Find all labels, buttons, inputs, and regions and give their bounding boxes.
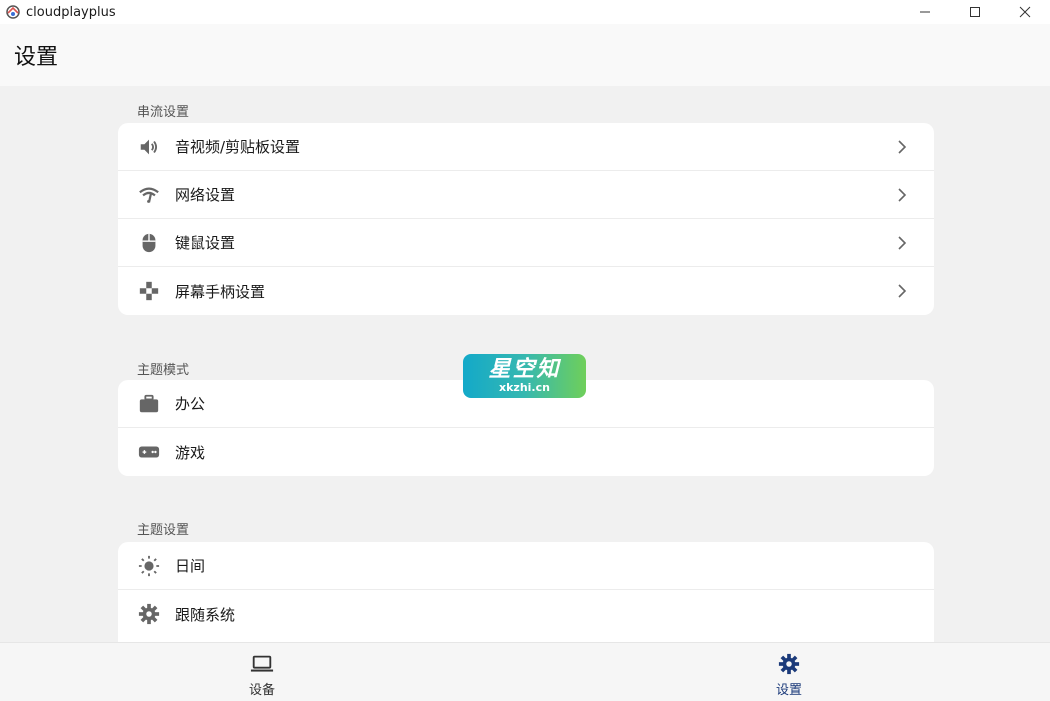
settings-item-network[interactable]: 网络设置 xyxy=(118,171,934,219)
chevron-right-icon xyxy=(898,284,907,298)
theme-setting-day[interactable]: 日间 xyxy=(118,542,934,590)
watermark-main-text: 星空知 xyxy=(488,357,561,382)
settings-item-audio-video[interactable]: 音视频/剪贴板设置 xyxy=(118,123,934,171)
volume-icon xyxy=(137,135,161,159)
chevron-right-icon xyxy=(898,188,907,202)
window-title: cloudplayplus xyxy=(26,4,116,20)
gear-icon xyxy=(137,602,161,626)
theme-settings-card: 日间 跟随系统 xyxy=(118,542,934,642)
laptop-icon xyxy=(250,653,274,675)
settings-item-keyboard-mouse[interactable]: 键鼠设置 xyxy=(118,219,934,267)
section-label-theme-mode: 主题模式 xyxy=(137,363,190,378)
nav-item-settings[interactable]: 设置 xyxy=(729,643,849,701)
app-logo-icon xyxy=(5,4,21,20)
streaming-settings-card: 音视频/剪贴板设置 网络设置 键鼠设置 屏幕手柄设置 xyxy=(118,123,934,315)
minimize-icon xyxy=(920,11,930,13)
nav-item-devices[interactable]: 设备 xyxy=(202,643,322,701)
mouse-icon xyxy=(137,231,161,255)
settings-item-label: 屏幕手柄设置 xyxy=(175,282,266,301)
settings-item-label: 音视频/剪贴板设置 xyxy=(175,138,301,156)
settings-item-label: 键鼠设置 xyxy=(175,234,236,252)
chevron-right-icon xyxy=(898,236,907,250)
gamepad-icon xyxy=(137,279,161,303)
minimize-button[interactable] xyxy=(900,0,950,24)
settings-item-label: 网络设置 xyxy=(175,186,236,204)
maximize-icon xyxy=(970,7,980,17)
theme-mode-label: 办公 xyxy=(175,395,206,413)
game-controller-icon xyxy=(137,440,161,464)
nav-label: 设备 xyxy=(248,683,275,698)
nav-label: 设置 xyxy=(775,683,802,698)
watermark-logo: 星空知 xkzhi.cn xyxy=(463,354,586,398)
close-icon xyxy=(1019,6,1031,18)
theme-mode-label: 游戏 xyxy=(175,443,206,462)
chevron-right-icon xyxy=(898,140,907,154)
watermark-sub-text: xkzhi.cn xyxy=(499,381,550,394)
theme-setting-label: 跟随系统 xyxy=(175,605,236,624)
section-label-theme-settings: 主题设置 xyxy=(137,523,190,538)
bottom-navigation: 设备 设置 xyxy=(0,642,1050,701)
theme-setting-follow-system[interactable]: 跟随系统 xyxy=(118,590,934,638)
sun-icon xyxy=(137,554,161,578)
page-header: 设置 xyxy=(0,24,1050,86)
briefcase-icon xyxy=(137,392,161,416)
gear-icon xyxy=(777,653,801,675)
title-bar: cloudplayplus xyxy=(0,0,1050,24)
wifi-icon xyxy=(137,183,161,207)
section-label-streaming: 串流设置 xyxy=(137,105,190,120)
window-controls xyxy=(900,0,1050,24)
settings-item-screen-gamepad[interactable]: 屏幕手柄设置 xyxy=(118,267,934,315)
maximize-button[interactable] xyxy=(950,0,1000,24)
theme-mode-game[interactable]: 游戏 xyxy=(118,428,934,476)
theme-setting-label: 日间 xyxy=(175,557,206,575)
page-title: 设置 xyxy=(14,45,59,70)
close-button[interactable] xyxy=(1000,0,1050,24)
